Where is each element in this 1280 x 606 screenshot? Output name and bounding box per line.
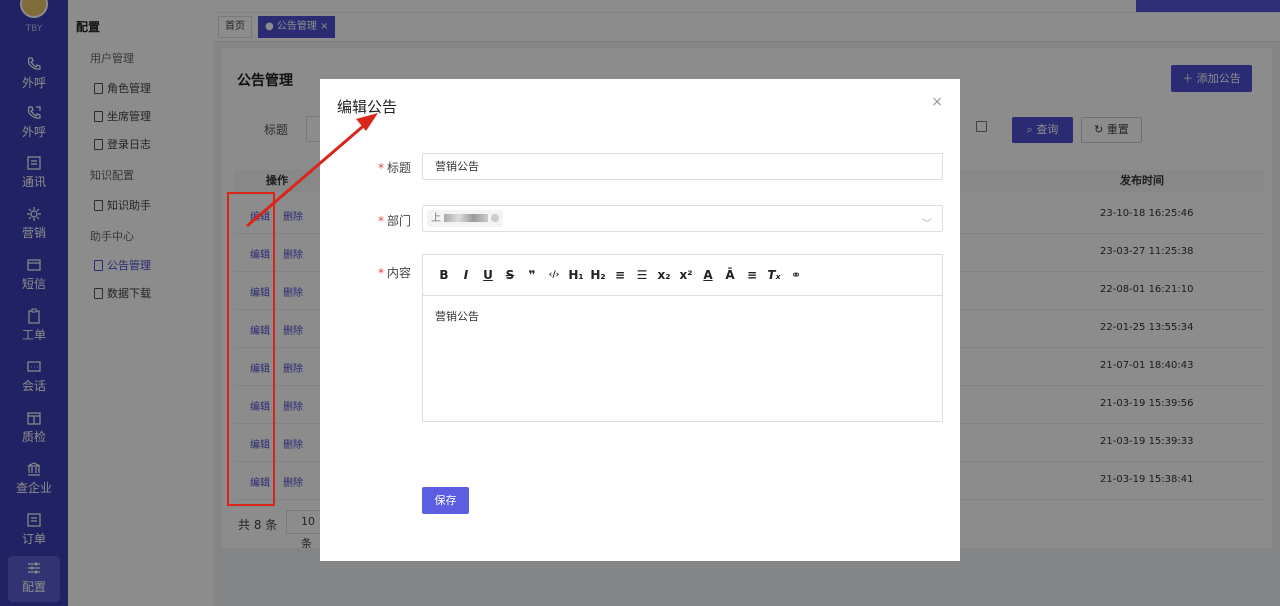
tag-remove-icon[interactable]: [491, 214, 499, 222]
title-input[interactable]: 营销公告: [422, 153, 943, 180]
font-color-icon[interactable]: A: [699, 268, 717, 282]
superscript-icon[interactable]: x²: [677, 268, 695, 282]
bold-icon[interactable]: B: [435, 268, 453, 282]
annotation-highlight-box: [227, 192, 275, 506]
strikethrough-icon[interactable]: S: [501, 268, 519, 282]
italic-icon[interactable]: I: [457, 268, 475, 282]
title-field-label: * 标题: [378, 161, 412, 175]
edit-announcement-modal: 编辑公告 × * 标题 营销公告 * 部门 上 ﹀ * 内容 B I U S ❞ ‹/…: [320, 79, 960, 561]
close-icon[interactable]: ×: [931, 94, 943, 110]
editor-content[interactable]: 营销公告: [423, 296, 942, 336]
underline-icon[interactable]: U: [479, 268, 497, 282]
modal-title: 编辑公告: [337, 98, 398, 116]
ordered-list-icon[interactable]: ≡: [611, 268, 629, 282]
dept-select[interactable]: 上 ﹀: [422, 205, 943, 232]
dept-field-label: * 部门: [378, 214, 412, 228]
subscript-icon[interactable]: x₂: [655, 268, 673, 282]
align-icon[interactable]: ≡: [743, 268, 761, 282]
background-color-icon[interactable]: Ā: [721, 268, 739, 282]
quote-icon[interactable]: ❞: [523, 268, 541, 282]
bullet-list-icon[interactable]: ☰: [633, 268, 651, 282]
clear-format-icon[interactable]: Tₓ: [765, 268, 783, 282]
chevron-down-icon: ﹀: [922, 219, 932, 230]
heading1-icon[interactable]: H₁: [567, 268, 585, 282]
rich-text-editor: B I U S ❞ ‹/› H₁ H₂ ≡ ☰ x₂ x² A Ā ≡ Tₓ ⚭…: [422, 254, 943, 422]
heading2-icon[interactable]: H₂: [589, 268, 607, 282]
dept-tag: 上: [427, 210, 503, 227]
code-icon[interactable]: ‹/›: [545, 270, 563, 280]
link-icon[interactable]: ⚭: [787, 268, 805, 282]
save-button[interactable]: 保存: [422, 487, 469, 514]
editor-toolbar: B I U S ❞ ‹/› H₁ H₂ ≡ ☰ x₂ x² A Ā ≡ Tₓ ⚭: [423, 255, 942, 296]
redacted-text: [444, 214, 488, 222]
content-field-label: * 内容: [378, 266, 412, 280]
